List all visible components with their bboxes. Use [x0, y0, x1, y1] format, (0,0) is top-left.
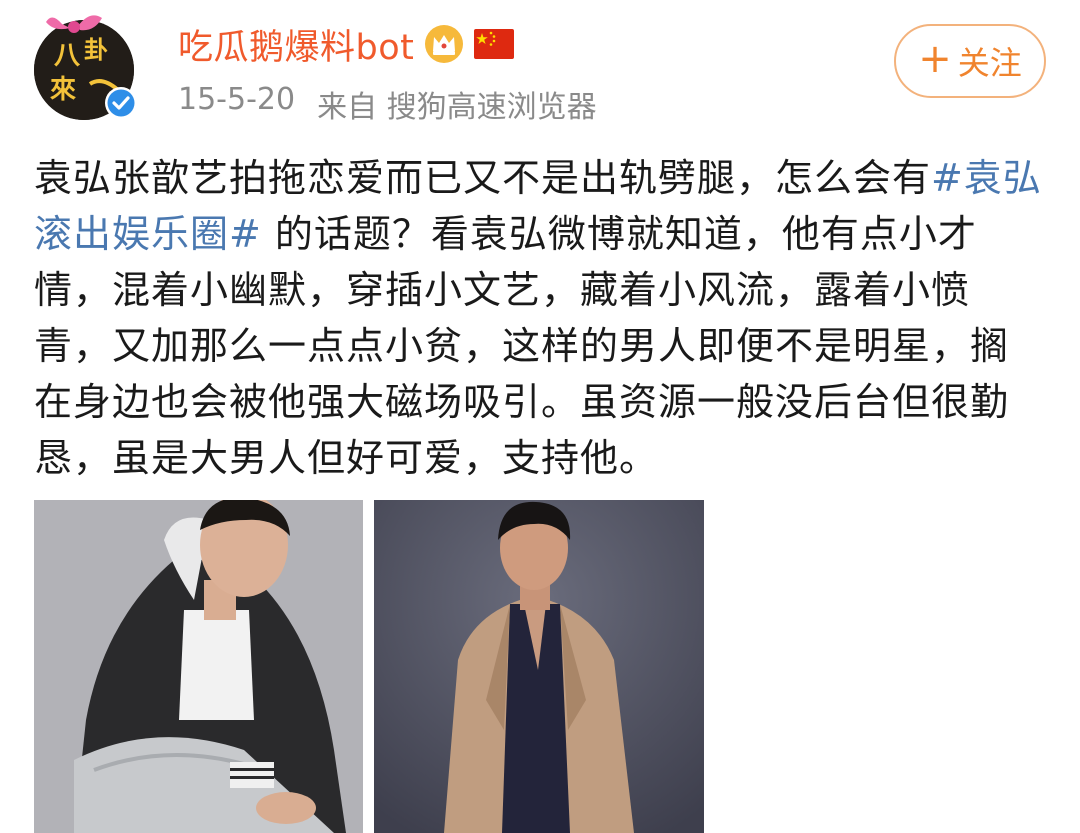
- crown-icon[interactable]: [424, 24, 464, 64]
- author-row: 吃瓜鹅爆料bot: [178, 19, 515, 70]
- svg-text:來: 來: [50, 75, 76, 105]
- svg-text:八: 八: [54, 41, 81, 71]
- post-text: 袁弘张歆艺拍拖恋爱而已又不是出轨劈腿，怎么会有#袁弘滚出娱乐圈# 的话题？看袁弘…: [34, 150, 1044, 486]
- post-date: 15-5-20: [178, 82, 296, 117]
- plus-icon: +: [918, 36, 952, 82]
- china-flag-icon[interactable]: [474, 29, 515, 59]
- photo-man-tan-blazer[interactable]: [374, 500, 704, 833]
- post-meta: 15-5-20 来自 搜狗高速浏览器: [178, 82, 597, 126]
- verified-badge-icon: [104, 86, 138, 120]
- weibo-post: 八 卦 來 吃瓜鹅爆料bot 15-5-20 来自 搜狗高速浏览器 + 关注 袁…: [0, 0, 1080, 833]
- photo-man-black-jacket[interactable]: [34, 500, 363, 833]
- follow-label: 关注: [957, 44, 1022, 82]
- author-name[interactable]: 吃瓜鹅爆料bot: [178, 19, 414, 70]
- post-text-part1: 袁弘张歆艺拍拖恋爱而已又不是出轨劈腿，怎么会有: [34, 156, 932, 200]
- svg-text:卦: 卦: [84, 36, 108, 64]
- follow-button[interactable]: + 关注: [894, 24, 1046, 98]
- post-source[interactable]: 来自 搜狗高速浏览器: [317, 82, 597, 126]
